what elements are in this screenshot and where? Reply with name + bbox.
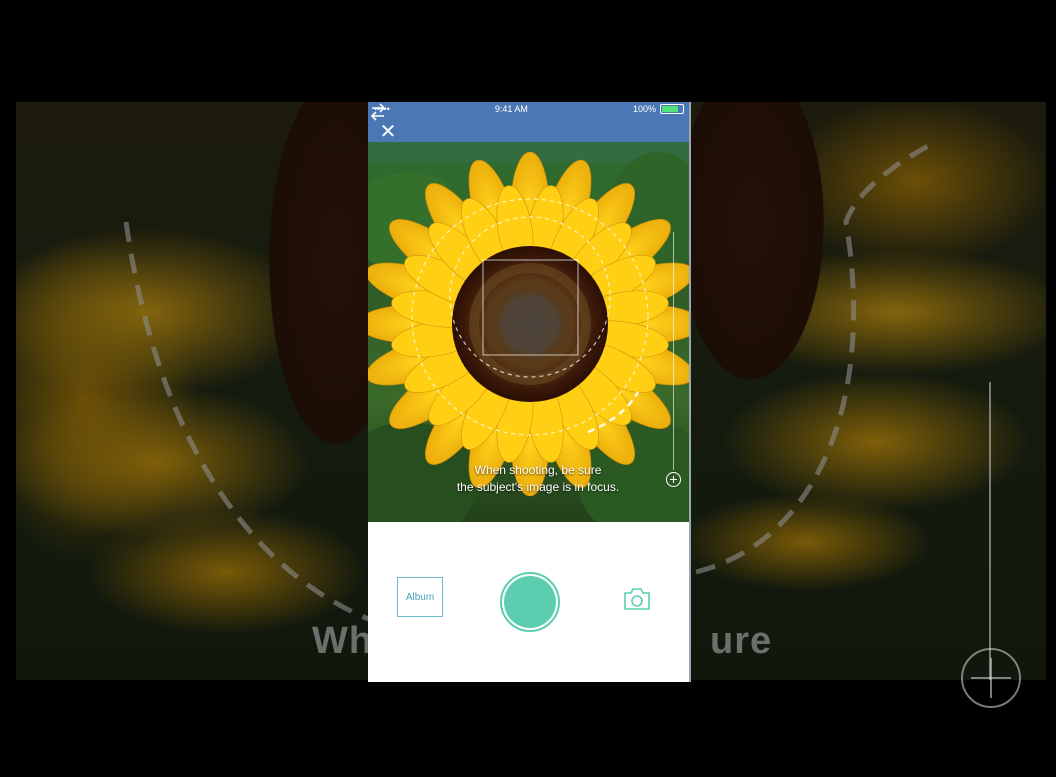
shutter-icon [504,576,556,628]
background-zoom-track [989,382,991,680]
album-button[interactable]: Album [397,577,443,617]
background-caption-right: ure [710,620,773,662]
shutter-button[interactable] [500,572,560,632]
focus-hint: When shooting, be sure the subject's ima… [408,462,668,496]
close-icon[interactable]: ✕ [378,122,398,142]
focus-hint-line1: When shooting, be sure [474,463,602,477]
album-label: Album [405,591,435,603]
battery-icon [659,104,684,114]
phone-screen: ••••• 9:41 AM 100% ✕ When shooting, be s… [368,102,690,682]
status-time: 9:41 AM [494,104,528,114]
camera-icon[interactable] [622,586,652,612]
status-bar: ••••• 9:41 AM 100% [368,102,690,116]
zoom-slider-track[interactable] [673,232,674,470]
battery-percent: 100% [632,104,656,114]
zoom-plus-icon[interactable] [666,472,681,487]
camera-preview: ••••• 9:41 AM 100% ✕ When shooting, be s… [368,102,690,522]
background-caption-left: Wh [312,620,374,662]
camera-controls: Album [368,522,690,682]
focus-hint-line2: the subject's image is in focus. [456,480,620,494]
sunflower-image [368,102,690,522]
background-zoom-icon [961,648,1021,708]
rotate-icon[interactable] [368,102,388,122]
screen-edge [689,102,691,682]
